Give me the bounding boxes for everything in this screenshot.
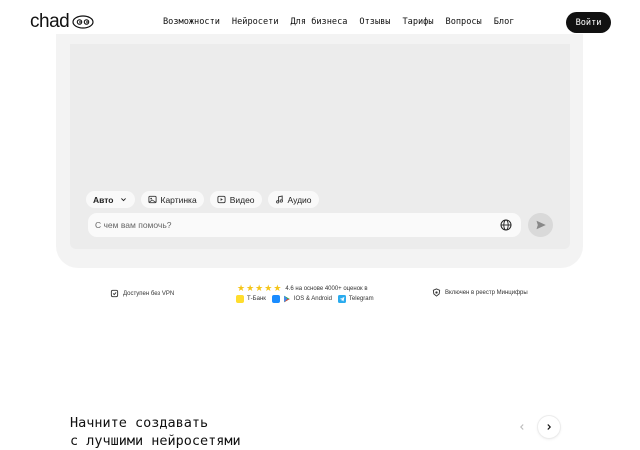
logo[interactable]: chad [30, 11, 94, 33]
store-telegram-label: Telegram [348, 296, 374, 302]
store-tbank-label: Т-Банк [247, 296, 266, 302]
main-nav: Возможности Нейросети Для бизнеса Отзывы… [163, 17, 526, 27]
store-mobile-label: IOS & Android [293, 296, 332, 302]
carousel-next-button[interactable] [538, 416, 560, 438]
vpn-icon [110, 289, 119, 298]
app-store-icon [271, 295, 280, 303]
image-icon [147, 195, 157, 204]
store-mobile[interactable]: IOS & Android [271, 295, 332, 303]
registry-text: Включен в реестр Минцифры [445, 289, 528, 296]
store-tbank[interactable]: Т-Банк [236, 295, 266, 303]
logo-text: chad [30, 11, 70, 32]
nav-item-features[interactable]: Возможности [163, 17, 220, 27]
send-icon [536, 220, 546, 230]
section-title: Начните создавать с лучшими нейросетями [70, 414, 241, 450]
video-icon [217, 195, 226, 204]
star-icon: ★ [237, 283, 246, 293]
telegram-icon [337, 295, 346, 303]
nav-item-reviews[interactable]: Отзывы [359, 17, 390, 27]
section-title-line1: Начните создавать [70, 415, 209, 431]
carousel-prev-button[interactable] [511, 416, 533, 438]
nav-item-pricing[interactable]: Тарифы [402, 17, 433, 27]
vpn-text: Доступен без VPN [123, 290, 175, 297]
rating-info: ★ ★ ★ ★ ★ 4.6 на основе 4000+ оценок в [237, 284, 368, 293]
vpn-info: Доступен без VPN [110, 289, 174, 298]
chevron-left-icon [520, 424, 524, 430]
chevron-right-icon [547, 424, 552, 430]
globe-icon[interactable] [500, 219, 512, 231]
google-play-icon [284, 295, 290, 303]
music-note-icon [275, 195, 283, 204]
tbank-icon [236, 295, 244, 303]
store-telegram[interactable]: Telegram [337, 295, 374, 303]
mode-selector: Авто Картинка Видео Аудио [86, 191, 319, 208]
store-list: Т-Банк IOS & Android Telegram [236, 295, 380, 303]
mode-auto-label: Авто [93, 194, 114, 205]
mode-image-label: Картинка [160, 194, 197, 205]
section-title-line2: с лучшими нейросетями [70, 433, 241, 449]
chevron-down-icon [120, 198, 126, 202]
mode-audio-button[interactable]: Аудио [267, 191, 319, 208]
glasses-icon [72, 15, 94, 29]
nav-item-models[interactable]: Нейросети [232, 17, 279, 27]
nav-item-business[interactable]: Для бизнеса [291, 17, 348, 27]
star-icon: ★ [246, 283, 255, 293]
nav-item-blog[interactable]: Блог [494, 17, 515, 27]
mode-video-label: Видео [229, 194, 255, 205]
mode-audio-label: Аудио [287, 194, 312, 205]
nav-item-faq[interactable]: Вопросы [446, 17, 482, 27]
mode-image-button[interactable]: Картинка [140, 191, 204, 208]
star-icon: ★ [273, 283, 282, 293]
mode-auto-dropdown[interactable]: Авто [86, 191, 135, 208]
emblem-icon [432, 288, 441, 297]
prompt-input[interactable] [95, 218, 485, 232]
login-button[interactable]: Войти [566, 12, 611, 33]
star-icon: ★ [255, 283, 264, 293]
send-button[interactable] [528, 213, 553, 237]
rating-text: 4.6 на основе 4000+ оценок в [285, 285, 368, 292]
mode-video-button[interactable]: Видео [209, 191, 262, 208]
rating-stars: ★ ★ ★ ★ ★ [237, 284, 281, 293]
registry-info: Включен в реестр Минцифры [432, 288, 528, 297]
star-icon: ★ [264, 283, 273, 293]
prompt-bar [88, 213, 521, 237]
